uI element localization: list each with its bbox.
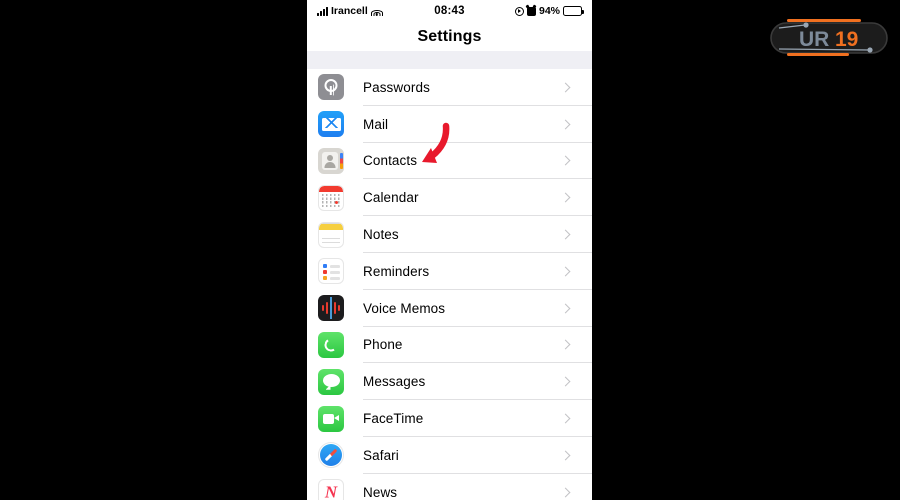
chevron-right-icon	[560, 266, 571, 277]
safari-compass-icon	[318, 442, 344, 469]
chevron-right-icon	[560, 229, 571, 240]
ur19-logo: UR 19	[770, 19, 888, 56]
chevron-right-icon	[560, 487, 571, 498]
battery-percent-label: 94%	[538, 5, 560, 17]
notes-icon	[318, 221, 344, 248]
sidebar-item-mail[interactable]: Mail	[307, 105, 592, 143]
sidebar-item-contacts[interactable]: Contacts	[307, 142, 592, 180]
logo-text-accent: 19	[835, 28, 858, 51]
location-arrow-icon	[514, 6, 524, 16]
logo-text-primary: UR	[799, 28, 829, 51]
row-label: Contacts	[363, 153, 418, 169]
sidebar-item-news[interactable]: N News	[307, 473, 592, 500]
messages-bubble-icon	[318, 368, 344, 395]
alarm-clock-icon	[526, 6, 536, 16]
passwords-key-icon	[318, 74, 344, 101]
battery-icon	[563, 6, 584, 16]
reminders-list-icon	[318, 258, 344, 285]
sidebar-item-safari[interactable]: Safari	[307, 436, 592, 474]
mail-envelope-icon	[318, 111, 344, 138]
settings-list: Passwords Mail Contacts Calendar Notes R…	[307, 69, 592, 500]
chevron-right-icon	[560, 156, 571, 166]
row-label: Safari	[363, 447, 399, 463]
page-title: Settings	[417, 27, 482, 45]
news-letter: N	[324, 482, 338, 500]
row-label: Messages	[363, 374, 426, 390]
sidebar-item-facetime[interactable]: FaceTime	[307, 400, 592, 437]
chevron-right-icon	[560, 413, 571, 424]
row-label: Mail	[363, 116, 389, 132]
chevron-right-icon	[560, 119, 571, 130]
sidebar-item-voice-memos[interactable]: Voice Memos	[307, 289, 592, 327]
navigation-bar: Settings	[307, 22, 592, 51]
row-label: Phone	[363, 337, 403, 353]
news-icon: N	[318, 479, 344, 500]
status-bar-right: 94%	[514, 5, 584, 17]
screenshot-root: Irancell 08:43 94% Settings Passwords Ma…	[0, 0, 900, 500]
sidebar-item-calendar[interactable]: Calendar	[307, 179, 592, 217]
calendar-icon	[318, 184, 344, 211]
chevron-right-icon	[560, 192, 571, 203]
status-bar: Irancell 08:43 94%	[307, 0, 592, 22]
row-label: Calendar	[363, 190, 419, 206]
sidebar-item-reminders[interactable]: Reminders	[307, 252, 592, 290]
voice-memos-icon	[318, 295, 344, 322]
chevron-right-icon	[560, 450, 571, 461]
sidebar-item-messages[interactable]: Messages	[307, 363, 592, 401]
phone-screen: Irancell 08:43 94% Settings Passwords Ma…	[307, 0, 592, 500]
phone-handset-icon	[318, 331, 344, 358]
row-label: FaceTime	[363, 411, 424, 427]
row-label: Reminders	[363, 263, 430, 279]
row-label: News	[363, 484, 398, 500]
contacts-card-icon	[318, 147, 344, 174]
facetime-camera-icon	[318, 405, 344, 432]
row-label: Voice Memos	[363, 300, 446, 316]
sidebar-item-phone[interactable]: Phone	[307, 326, 592, 364]
row-label: Notes	[363, 227, 399, 243]
sidebar-item-notes[interactable]: Notes	[307, 216, 592, 253]
chevron-right-icon	[560, 303, 571, 314]
chevron-right-icon	[560, 376, 571, 387]
sidebar-item-passwords[interactable]: Passwords	[307, 69, 592, 106]
chevron-right-icon	[560, 340, 571, 350]
list-top-spacer	[307, 51, 592, 69]
row-label: Passwords	[363, 79, 430, 95]
chevron-right-icon	[560, 82, 571, 93]
